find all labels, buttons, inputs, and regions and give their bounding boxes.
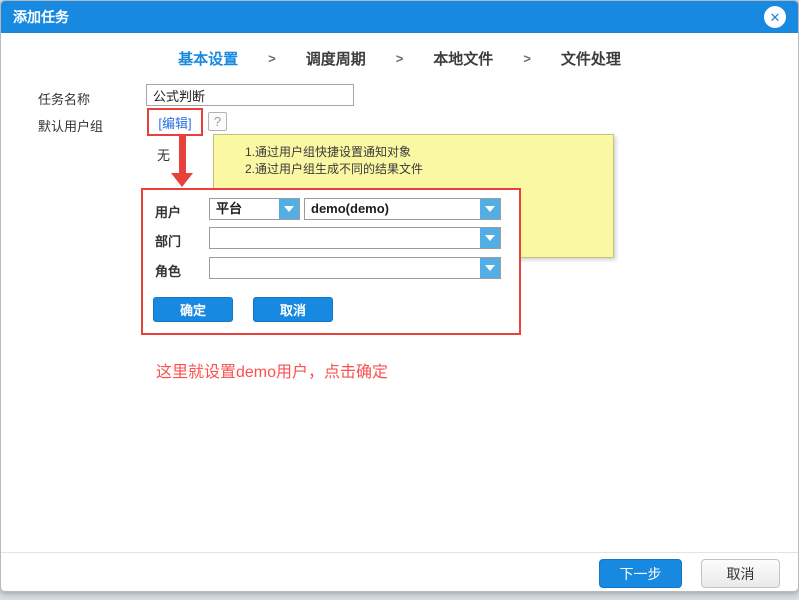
step-file-processing[interactable]: 文件处理 — [561, 48, 621, 69]
titlebar: 添加任务 ✕ — [1, 1, 798, 33]
edit-user-group-link[interactable]: [编辑] — [158, 113, 191, 132]
annotation-text: 这里就设置demo用户，点击确定 — [156, 364, 389, 381]
dialog-title: 添加任务 — [13, 9, 69, 25]
user-picker-panel: 用户 平台 demo(demo) 部门 角色 确定 取消 — [141, 188, 521, 335]
tooltip-line: 2.通过用户组生成不同的结果文件 — [245, 162, 424, 176]
step-nav: 基本设置 > 调度周期 > 本地文件 > 文件处理 — [1, 48, 798, 69]
footer-divider — [1, 552, 798, 553]
annotation-arrow-head — [171, 173, 193, 187]
chevron-down-icon[interactable] — [480, 228, 500, 248]
step-schedule-cycle[interactable]: 调度周期 — [306, 48, 366, 69]
picker-cancel-button[interactable]: 取消 — [253, 297, 333, 322]
chevron-down-icon[interactable] — [480, 199, 500, 219]
user-select[interactable]: demo(demo) — [304, 198, 501, 220]
help-icon[interactable]: ? — [208, 112, 227, 131]
close-icon[interactable]: ✕ — [764, 6, 786, 28]
role-select[interactable] — [209, 257, 501, 279]
tooltip-line: 1.通过用户组快捷设置通知对象 — [245, 145, 412, 159]
step-basic-settings[interactable]: 基本设置 — [178, 48, 238, 69]
role-row-label: 角色 — [155, 264, 182, 279]
department-select[interactable] — [209, 227, 501, 249]
task-name-label: 任务名称 — [38, 92, 91, 107]
confirm-button[interactable]: 确定 — [153, 297, 233, 322]
annotation-arrow — [179, 135, 186, 174]
step-separator: > — [395, 51, 404, 66]
next-step-button[interactable]: 下一步 — [599, 559, 682, 588]
platform-select[interactable]: 平台 — [209, 198, 300, 220]
task-name-input[interactable] — [146, 84, 354, 106]
department-row-label: 部门 — [155, 234, 182, 249]
step-separator: > — [523, 51, 531, 66]
chevron-down-icon[interactable] — [279, 199, 299, 219]
step-local-files[interactable]: 本地文件 — [433, 48, 493, 69]
user-group-label: 默认用户组 — [38, 119, 104, 134]
user-row-label: 用户 — [155, 205, 182, 220]
chevron-down-icon[interactable] — [480, 258, 500, 278]
user-group-current-value: 无 — [157, 148, 171, 163]
user-select-value: demo(demo) — [311, 201, 389, 216]
edit-link-highlight-box: [编辑] — [147, 108, 203, 136]
step-separator: > — [268, 51, 276, 66]
cancel-button[interactable]: 取消 — [701, 559, 780, 588]
add-task-dialog: 添加任务 ✕ 基本设置 > 调度周期 > 本地文件 > 文件处理 任务名称 默认… — [0, 0, 799, 592]
